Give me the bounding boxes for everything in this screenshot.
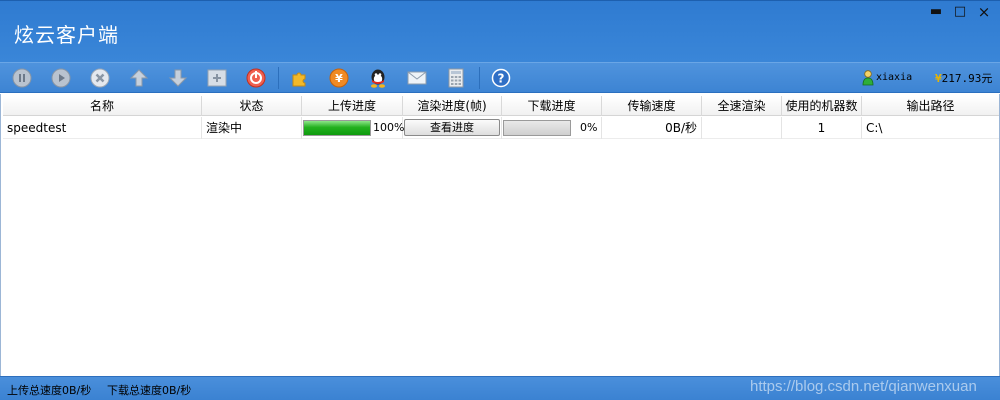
yen-icon: ¥ xyxy=(935,72,942,85)
cell-render-progress: 查看进度 xyxy=(403,117,502,139)
cell-full-speed xyxy=(702,117,782,139)
svg-text:¥: ¥ xyxy=(335,72,343,85)
stop-icon[interactable] xyxy=(245,67,267,89)
download-progress-text: 0% xyxy=(580,121,598,134)
upload-total-speed: 上传总速度0B/秒 xyxy=(7,384,92,397)
column-header-speed[interactable]: 传输速度 xyxy=(602,96,702,116)
recharge-icon[interactable]: ¥ xyxy=(328,67,350,89)
cell-output-path: C:\ xyxy=(866,121,883,135)
column-header-name[interactable]: 名称 xyxy=(3,96,202,116)
title-bar: 炫云客户端 ▬ □ × xyxy=(0,0,1000,62)
user-icon xyxy=(862,70,874,86)
maximize-button[interactable]: □ xyxy=(950,3,970,21)
table-header: 名称 状态 上传进度 渲染进度(帧) 下载进度 传输速度 全速渲染 使用的机器数… xyxy=(3,96,999,116)
pause-icon[interactable] xyxy=(11,67,33,89)
column-header-status[interactable]: 状态 xyxy=(202,96,302,116)
table-row[interactable]: speedtest 渲染中 100% 查看进度 0% 0B/秒 1 C:\ xyxy=(3,117,999,139)
download-total-speed: 下载总速度0B/秒 xyxy=(107,384,192,397)
plugin-icon[interactable] xyxy=(289,67,311,89)
watermark: https://blog.csdn.net/qianwenxuan xyxy=(750,378,977,395)
mail-icon[interactable] xyxy=(406,67,428,89)
calculator-icon[interactable] xyxy=(445,67,467,89)
cell-machines: 1 xyxy=(782,117,862,139)
delete-icon[interactable] xyxy=(89,67,111,89)
column-header-render-progress[interactable]: 渲染进度(帧) xyxy=(403,96,502,116)
minimize-button[interactable]: ▬ xyxy=(926,3,946,21)
cell-upload-progress: 100% xyxy=(302,117,405,139)
toolbar-separator xyxy=(479,67,480,89)
column-header-full-speed[interactable]: 全速渲染 xyxy=(702,96,782,116)
task-table: 名称 状态 上传进度 渲染进度(帧) 下载进度 传输速度 全速渲染 使用的机器数… xyxy=(0,94,1000,376)
app-title: 炫云客户端 xyxy=(14,23,119,47)
download-progress-bar xyxy=(503,120,571,136)
cell-speed: 0B/秒 xyxy=(602,117,702,139)
column-header-output-path[interactable]: 输出路径 xyxy=(862,96,999,116)
add-icon[interactable] xyxy=(206,67,228,89)
view-progress-button[interactable]: 查看进度 xyxy=(404,119,500,136)
help-icon[interactable]: ? xyxy=(490,67,512,89)
upload-icon[interactable] xyxy=(128,67,150,89)
upload-progress-fill xyxy=(304,121,370,135)
column-header-machines[interactable]: 使用的机器数 xyxy=(782,96,862,116)
column-header-download-progress[interactable]: 下载进度 xyxy=(502,96,602,116)
play-icon[interactable] xyxy=(50,67,72,89)
cell-download-progress: 0% xyxy=(502,117,602,139)
qq-icon[interactable] xyxy=(367,67,389,89)
toolbar-separator xyxy=(278,67,279,89)
status-bar: 上传总速度0B/秒 下载总速度0B/秒 https://blog.csdn.ne… xyxy=(0,376,1000,400)
upload-progress-text: 100% xyxy=(373,121,405,134)
cell-status: 渲染中 xyxy=(202,117,302,139)
cell-name: speedtest xyxy=(3,117,202,139)
download-icon[interactable] xyxy=(167,67,189,89)
balance-value: 217.93元 xyxy=(941,72,993,85)
svg-text:?: ? xyxy=(498,72,505,86)
column-header-upload-progress[interactable]: 上传进度 xyxy=(302,96,403,116)
toolbar: ¥ ? xiaxia ¥217.93元 xyxy=(0,62,1000,93)
user-name[interactable]: xiaxia xyxy=(876,72,912,83)
upload-progress-bar xyxy=(303,120,371,136)
account-balance: ¥217.93元 xyxy=(935,70,992,86)
close-button[interactable]: × xyxy=(974,3,994,21)
